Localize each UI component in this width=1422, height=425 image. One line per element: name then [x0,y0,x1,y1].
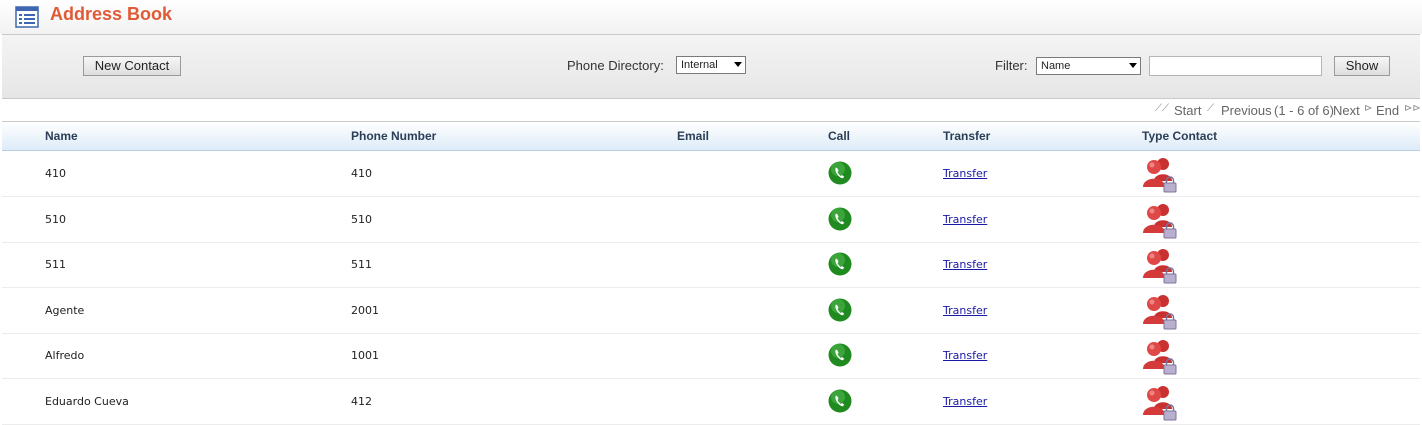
filter-text-input[interactable] [1149,56,1322,76]
filter-value: Name [1041,60,1071,72]
column-header-phone: Phone Number [351,129,437,143]
internal-contact-icon [1143,204,1177,239]
contact-phone: 412 [351,395,372,408]
contact-phone: 511 [351,258,372,271]
contact-name: Alfredo [45,349,85,362]
phone-directory-label: Phone Directory: [567,58,664,73]
address-book-icon [15,6,39,28]
transfer-link[interactable]: Transfer [943,167,987,180]
page-title: Address Book [50,4,173,24]
phone-call-icon[interactable] [828,161,852,185]
contact-name: Eduardo Cueva [45,395,129,408]
transfer-link[interactable]: Transfer [943,395,987,408]
internal-contact-icon [1143,386,1177,421]
phone-call-icon[interactable] [828,389,852,413]
contact-phone: 510 [351,213,372,226]
transfer-link[interactable]: Transfer [943,258,987,271]
transfer-link[interactable]: Transfer [943,304,987,317]
contact-phone: 2001 [351,304,379,317]
table-row: 510 510 Transfer [2,197,1420,243]
column-header-call: Call [828,129,851,143]
table-row: Agente 2001 Transfer [2,288,1420,334]
filter-select[interactable]: Name [1036,57,1141,75]
new-contact-button[interactable]: New Contact [83,56,181,76]
chevron-down-icon [1129,63,1137,68]
phone-call-icon[interactable] [828,298,852,322]
last-page-icon: ⊳⊳ [1404,103,1421,114]
first-page-icon: ⟋⟋ [1155,103,1169,114]
contact-name: 511 [45,258,66,271]
toolbar: New Contact Phone Directory: Internal Fi… [2,34,1420,99]
internal-contact-icon [1143,158,1177,193]
pager-end-link[interactable]: End [1376,103,1399,118]
internal-contact-icon [1143,340,1177,375]
column-header-type: Type Contact [1142,129,1218,143]
previous-page-icon: ⟋ [1207,103,1214,114]
table-row: Eduardo Cueva 412 Transfer [2,379,1420,425]
column-header-name: Name [45,129,78,143]
table-header: Name Phone Number Email Call Transfer Ty… [2,122,1420,151]
internal-contact-icon [1143,295,1177,330]
pager-next-link[interactable]: Next [1333,103,1360,118]
chevron-down-icon [734,62,742,67]
table-row: 511 511 Transfer [2,242,1420,288]
pager-range: (1 - 6 of 6) [1274,103,1334,118]
title-bar: Address Book [0,0,1422,34]
next-page-icon: ⊳ [1364,103,1373,114]
contact-name: 510 [45,213,66,226]
pager-previous-link[interactable]: Previous [1221,103,1272,118]
contact-phone: 410 [351,167,372,180]
transfer-link[interactable]: Transfer [943,349,987,362]
show-button[interactable]: Show [1334,56,1390,76]
pager-start-link[interactable]: Start [1174,103,1201,118]
pagination-bar: ⟋⟋ Start ⟋ Previous (1 - 6 of 6) Next ⊳ … [2,98,1421,122]
contact-name: Agente [45,304,85,317]
phone-directory-value: Internal [681,59,718,71]
table-row: Alfredo 1001 Transfer [2,333,1420,379]
contact-name: 410 [45,167,66,180]
table-row: 410 410 Transfer [2,151,1420,197]
transfer-link[interactable]: Transfer [943,213,987,226]
phone-call-icon[interactable] [828,252,852,276]
contact-phone: 1001 [351,349,379,362]
internal-contact-icon [1143,249,1177,284]
phone-call-icon[interactable] [828,207,852,231]
filter-label: Filter: [995,58,1028,73]
column-header-transfer: Transfer [943,129,991,143]
phone-call-icon[interactable] [828,343,852,367]
column-header-email: Email [677,129,710,143]
phone-directory-select[interactable]: Internal [676,56,746,74]
